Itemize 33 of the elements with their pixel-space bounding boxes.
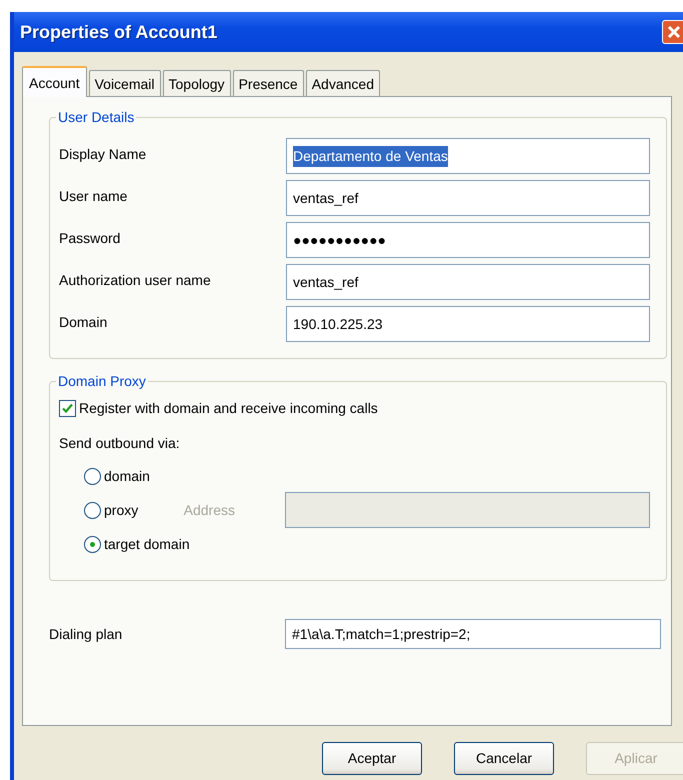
dialog-button[interactable]: Aceptar [322,742,422,775]
field-label: Authorization user name [59,271,212,290]
input-field[interactable] [285,492,650,528]
checkbox[interactable] [59,400,76,417]
field-label: Dialing plan [49,624,124,644]
input-field[interactable]: #1\a\a.T;match=1;prestrip=2; [285,619,661,649]
dialog-button[interactable]: Cancelar [454,742,554,775]
send-label: Send outbound via: [59,434,180,453]
field-label: Password [59,229,122,248]
input-field[interactable]: ●●●●●●●●●●● [286,222,650,258]
field-label: User name [59,187,128,206]
tab[interactable]: Voicemail [88,70,161,96]
input-field[interactable]: ventas_ref [286,264,650,300]
radio-button[interactable] [84,468,101,484]
tab[interactable]: Advanced [306,70,380,96]
input-field[interactable]: 190.10.225.23 [286,306,650,342]
close-icon [667,25,681,39]
radio-button[interactable] [84,536,101,552]
window-title: Properties of Account1 [20,20,218,44]
input-field[interactable]: ventas_ref [286,180,650,216]
tab[interactable]: Account [22,66,87,97]
tab[interactable]: Presence [232,70,304,96]
radio-label: target domain [104,534,190,554]
field-label: Address [184,500,236,520]
checkbox-label: Register with domain and receive incoming calls [79,399,378,418]
field-label: Display Name [59,145,148,164]
tab[interactable]: Topology [162,70,231,96]
close-button[interactable] [662,20,683,44]
radio-label: proxy [104,500,138,520]
radio-button[interactable] [84,502,101,518]
input-field[interactable]: Departamento de Ventas [286,138,650,174]
field-label: Domain [59,313,108,332]
radio-label: domain [104,466,150,486]
